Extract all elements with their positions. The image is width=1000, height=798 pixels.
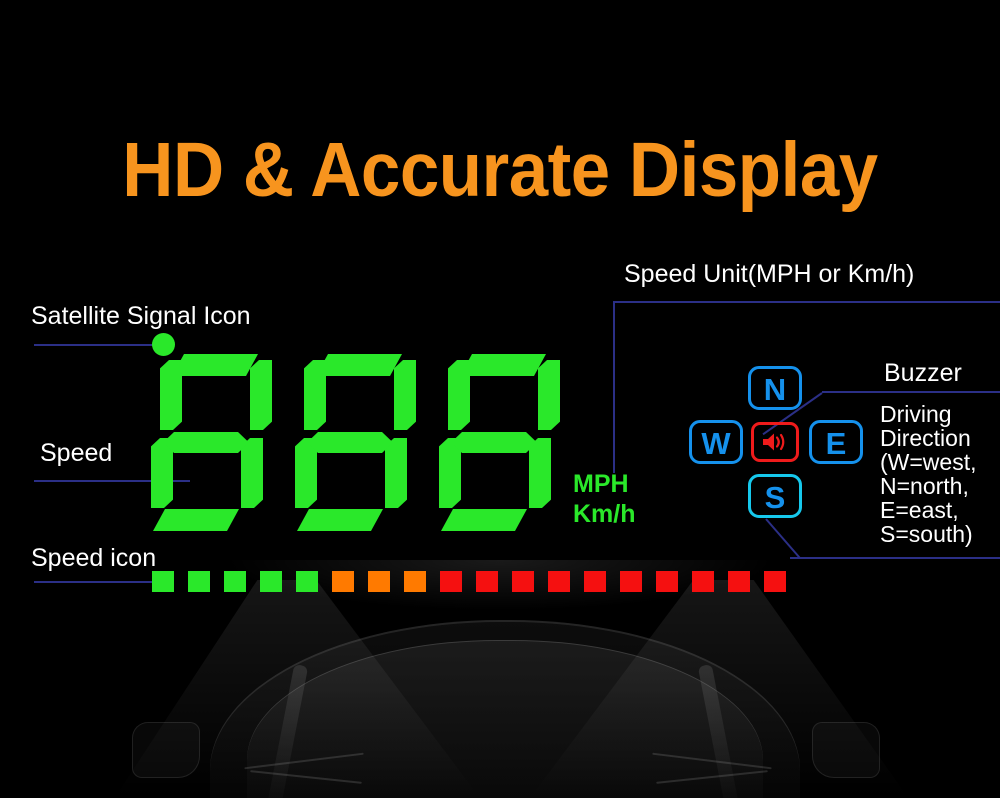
speed-bar-block [440,571,462,592]
speed-bar-block [728,571,750,592]
speed-bar-block [656,571,678,592]
segment-c [241,438,263,508]
speed-bar-block [332,571,354,592]
speed-unit-display: MPH Km/h [573,470,636,529]
segment-b [394,360,416,430]
leader-line-direction-horizontal [790,557,1000,559]
label-speed-icon: Speed icon [31,544,157,572]
direction-north: N [748,366,802,410]
segment-a [316,354,402,376]
segment-b [538,360,560,430]
label-driving-direction-line: (W=west, [880,448,977,475]
label-speed: Speed [40,439,113,467]
speed-readout [150,352,582,532]
label-buzzer: Buzzer [884,359,962,387]
segment-d [441,509,527,531]
unit-mph: MPH [573,470,629,498]
speed-bar-block [764,571,786,592]
segment-g [307,432,393,453]
hud-product-infographic: HD & Accurate Display Satellite Signal I… [0,0,1000,798]
direction-cluster: N W E S [689,366,863,518]
label-satellite-signal-icon: Satellite Signal Icon [31,302,251,330]
speed-bar-block [224,571,246,592]
speed-bar-block [584,571,606,592]
page-title: HD & Accurate Display [122,127,878,213]
segment-f [448,360,470,430]
speed-bar-block [692,571,714,592]
speed-bar-block [152,571,174,592]
segment-c [385,438,407,508]
unit-kmh: Km/h [573,499,636,528]
seven-segment-digit [294,352,424,532]
segment-a [172,354,258,376]
side-mirror-left [132,722,200,778]
speed-bar-block [368,571,390,592]
segment-g [451,432,537,453]
side-mirror-right [812,722,880,778]
speed-bar-block [512,571,534,592]
speaker-icon [763,433,785,451]
speed-bar-block [476,571,498,592]
segment-b [250,360,272,430]
speed-bar-block [620,571,642,592]
leader-line-speed-unit-horizontal [613,301,1000,303]
label-speed-unit: Speed Unit(MPH or Km/h) [624,260,915,288]
segment-d [297,509,383,531]
segment-f [304,360,326,430]
buzzer-indicator [751,422,799,462]
direction-south: S [748,474,802,518]
seven-segment-digit [150,352,280,532]
label-driving-direction-line: Direction [880,424,971,451]
label-driving-direction-line: E=east, [880,496,959,523]
leader-line-speed-icon [34,581,164,583]
speed-bar-block [404,571,426,592]
label-driving-direction-line: N=north, [880,472,969,499]
label-driving-direction: Driving Direction (W=west, N=north, E=east, S… [880,401,998,547]
segment-d [153,509,239,531]
segment-g [163,432,249,453]
direction-east: E [809,420,863,464]
label-driving-direction-line: S=south) [880,520,973,547]
direction-west: W [689,420,743,464]
segment-f [160,360,182,430]
leader-line-satellite [34,344,160,346]
seven-segment-digit [438,352,568,532]
segment-a [460,354,546,376]
segment-c [529,438,551,508]
speed-bar-block [260,571,282,592]
speed-bar-block [188,571,210,592]
leader-line-speed-unit-vertical [613,301,615,473]
speed-bar-block [296,571,318,592]
label-driving-direction-line: Driving [880,401,952,427]
speed-bar-block [548,571,570,592]
